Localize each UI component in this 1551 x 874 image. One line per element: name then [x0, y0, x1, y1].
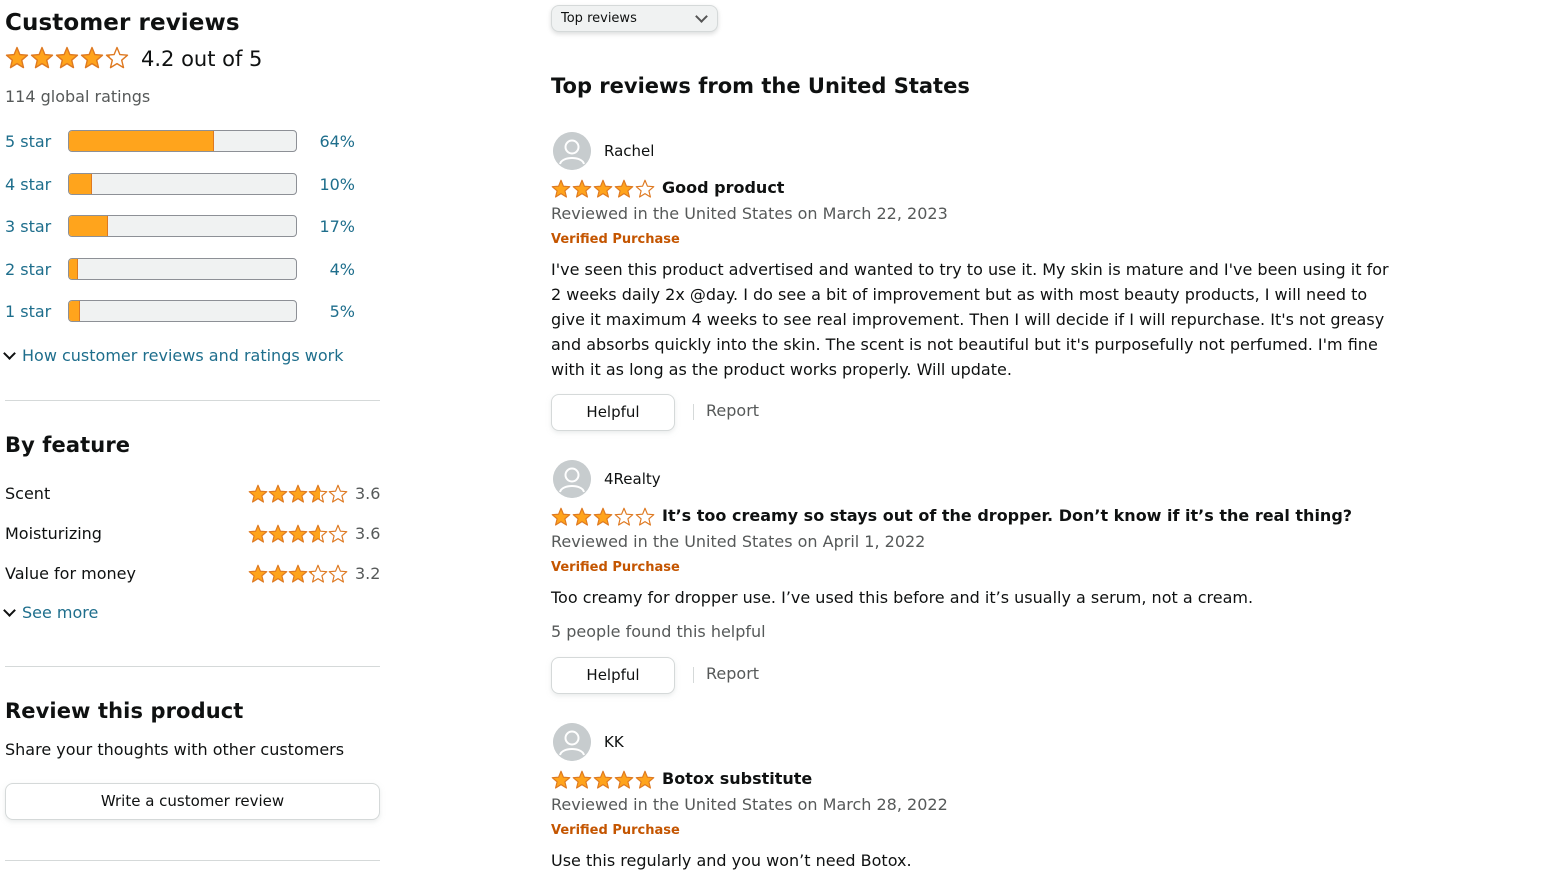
histogram-percent[interactable]: 10% [319, 175, 355, 194]
report-link[interactable]: Report [706, 664, 759, 683]
divider [693, 404, 694, 420]
histogram-row-5-star[interactable]: 5 star 64% [5, 129, 365, 155]
histogram-percent[interactable]: 64% [319, 132, 355, 151]
top-reviews-heading: Top reviews from the United States [551, 74, 970, 98]
reviewer-name[interactable]: Rachel [604, 142, 654, 160]
histogram-bar[interactable] [68, 130, 297, 152]
feature-row[interactable]: Value for money 3.2 [5, 562, 380, 586]
histogram-percent[interactable]: 17% [319, 217, 355, 236]
star-rating-icon [248, 564, 348, 584]
review-product-heading: Review this product [5, 699, 244, 723]
histogram-row-2-star[interactable]: 2 star 4% [5, 257, 365, 283]
feature-name: Scent [5, 484, 51, 503]
divider [5, 400, 380, 401]
avatar [553, 132, 591, 170]
feature-rating-value: 3.6 [355, 484, 381, 503]
feature-name: Moisturizing [5, 524, 102, 543]
feature-row[interactable]: Moisturizing 3.6 [5, 522, 380, 546]
histogram-bar[interactable] [68, 258, 297, 280]
histogram-fill [69, 131, 215, 151]
global-ratings-count: 114 global ratings [5, 87, 151, 106]
histogram-bar[interactable] [68, 173, 297, 195]
write-review-button[interactable]: Write a customer review [5, 783, 380, 820]
histogram-fill [69, 259, 79, 279]
overall-rating-stars[interactable]: 4.2 out of 5 [5, 46, 263, 71]
histogram-fill [69, 174, 92, 194]
ratings-summary-panel: Customer reviews 4.2 out of 5 114 global… [3, 0, 381, 874]
histogram-label[interactable]: 4 star [5, 175, 51, 194]
customer-reviews-heading: Customer reviews [5, 10, 240, 36]
sort-selected-value: Top reviews [561, 11, 637, 26]
histogram-percent[interactable]: 5% [330, 302, 355, 321]
helpful-count: 5 people found this helpful [551, 622, 766, 641]
divider [693, 667, 694, 683]
see-more-link[interactable]: See more [3, 603, 98, 622]
feature-name: Value for money [5, 564, 136, 583]
divider [5, 860, 380, 861]
review-title[interactable]: It’s too creamy so stays out of the drop… [662, 506, 1352, 525]
user-icon [553, 460, 591, 498]
reviewer-name[interactable]: 4Realty [604, 470, 661, 488]
review-title[interactable]: Botox substitute [662, 769, 812, 788]
avatar [553, 723, 591, 761]
user-icon [553, 723, 591, 761]
star-rating-icon [248, 484, 348, 504]
histogram-label[interactable]: 2 star [5, 260, 51, 279]
review-title[interactable]: Good product [662, 178, 784, 197]
feature-rating-value: 3.6 [355, 524, 381, 543]
divider [5, 666, 380, 667]
review-date: Reviewed in the United States on March 2… [551, 204, 948, 223]
feature-rating-value: 3.2 [355, 564, 381, 583]
histogram-fill [69, 216, 108, 236]
histogram-label[interactable]: 1 star [5, 302, 51, 321]
review-body: Too creamy for dropper use. I’ve used th… [551, 588, 1254, 607]
star-rating-icon [5, 46, 129, 70]
reviewer-name[interactable]: KK [604, 733, 624, 751]
histogram-row-1-star[interactable]: 1 star 5% [5, 299, 365, 325]
review-star-rating[interactable] [551, 770, 655, 790]
histogram-label[interactable]: 5 star [5, 132, 51, 151]
review-body: Use this regularly and you won’t need Bo… [551, 851, 912, 870]
avatar [553, 460, 591, 498]
histogram-row-3-star[interactable]: 3 star 17% [5, 214, 365, 240]
review-star-rating[interactable] [551, 507, 655, 527]
star-rating-icon [248, 524, 348, 544]
review-product-subtitle: Share your thoughts with other customers [5, 740, 345, 759]
star-rating-icon [551, 179, 655, 199]
report-link[interactable]: Report [706, 401, 759, 420]
review-star-rating[interactable] [551, 179, 655, 199]
reviews-panel: Top reviews Top reviews from the United … [551, 0, 1541, 874]
chevron-down-icon [3, 347, 16, 360]
chevron-down-icon [695, 10, 708, 23]
star-rating-icon [551, 770, 655, 790]
verified-purchase-badge[interactable]: Verified Purchase [551, 232, 680, 247]
histogram-percent[interactable]: 4% [330, 260, 355, 279]
verified-purchase-badge[interactable]: Verified Purchase [551, 560, 680, 575]
overall-rating-text: 4.2 out of 5 [141, 47, 263, 71]
user-icon [553, 132, 591, 170]
review-body: I've seen this product advertised and wa… [551, 260, 1389, 379]
feature-row[interactable]: Scent 3.6 [5, 482, 380, 506]
star-rating-icon [551, 507, 655, 527]
histogram-bar[interactable] [68, 215, 297, 237]
chevron-down-icon [3, 604, 16, 617]
histogram-label[interactable]: 3 star [5, 217, 51, 236]
by-feature-heading: By feature [5, 433, 131, 457]
histogram-bar[interactable] [68, 300, 297, 322]
histogram-row-4-star[interactable]: 4 star 10% [5, 172, 365, 198]
review-date: Reviewed in the United States on March 2… [551, 795, 948, 814]
histogram-fill [69, 301, 81, 321]
helpful-button[interactable]: Helpful [551, 394, 675, 431]
verified-purchase-badge[interactable]: Verified Purchase [551, 823, 680, 838]
review-date: Reviewed in the United States on April 1… [551, 532, 926, 551]
sort-dropdown[interactable]: Top reviews [551, 5, 718, 32]
how-reviews-work-link[interactable]: How customer reviews and ratings work [3, 346, 343, 365]
helpful-button[interactable]: Helpful [551, 657, 675, 694]
